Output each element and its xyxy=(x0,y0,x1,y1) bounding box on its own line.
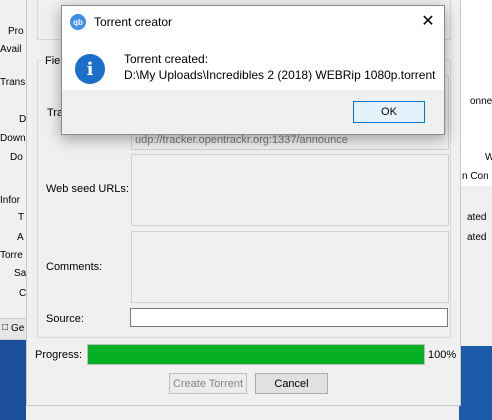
message-line-2: D:\My Uploads\Incredibles 2 (2018) WEBRi… xyxy=(124,68,436,82)
dialog-footer: OK xyxy=(62,90,444,134)
progress-bar xyxy=(87,344,425,365)
desktop-background xyxy=(0,340,26,420)
bg-label: Avail xyxy=(0,44,22,55)
cancel-button[interactable]: Cancel xyxy=(255,373,328,394)
bg-label: Trans xyxy=(0,77,26,88)
tracker-url: udp://tracker.opentrackr.org:1337/announ… xyxy=(135,134,348,146)
desktop-background-right xyxy=(459,346,492,420)
dialog-titlebar[interactable]: qb Torrent creator ✕ xyxy=(62,6,444,38)
bg-right-label: n Con xyxy=(462,171,489,182)
progress-label: Progress: xyxy=(35,349,83,361)
web-seed-label: Web seed URLs: xyxy=(46,183,129,195)
bg-tab-label: Ge xyxy=(11,323,25,334)
source-input[interactable] xyxy=(130,308,448,327)
close-icon[interactable]: ✕ xyxy=(412,6,444,36)
create-torrent-button[interactable]: Create Torrent xyxy=(169,373,247,394)
bg-tab-strip: □ Ge xyxy=(0,318,26,340)
qbittorrent-icon: qb xyxy=(70,14,86,30)
progress-percent: 100% xyxy=(428,349,457,361)
bg-right-label: ated xyxy=(467,212,487,223)
dialog-title: Torrent creator xyxy=(94,15,173,29)
ok-button[interactable]: OK xyxy=(353,101,425,123)
message-line-1: Torrent created: xyxy=(124,52,209,66)
bg-right-label: ated xyxy=(467,232,487,243)
comments-label: Comments: xyxy=(46,261,103,273)
bg-right-label: W xyxy=(485,152,492,163)
torrent-created-dialog: qb Torrent creator ✕ i Torrent created: … xyxy=(61,5,445,135)
progress-fill xyxy=(88,345,424,364)
bg-label: Down xyxy=(0,133,26,144)
web-seed-textarea[interactable] xyxy=(131,154,449,226)
info-icon: i xyxy=(75,54,105,84)
bg-label: Torre xyxy=(0,250,23,261)
bg-label: Infor xyxy=(0,195,21,206)
document-icon: □ xyxy=(2,322,9,333)
dialog-body: i Torrent created: D:\My Uploads\Incredi… xyxy=(62,38,444,90)
source-label: Source: xyxy=(46,313,84,325)
bg-right-label: onne xyxy=(470,96,492,107)
comments-textarea[interactable] xyxy=(131,231,449,303)
